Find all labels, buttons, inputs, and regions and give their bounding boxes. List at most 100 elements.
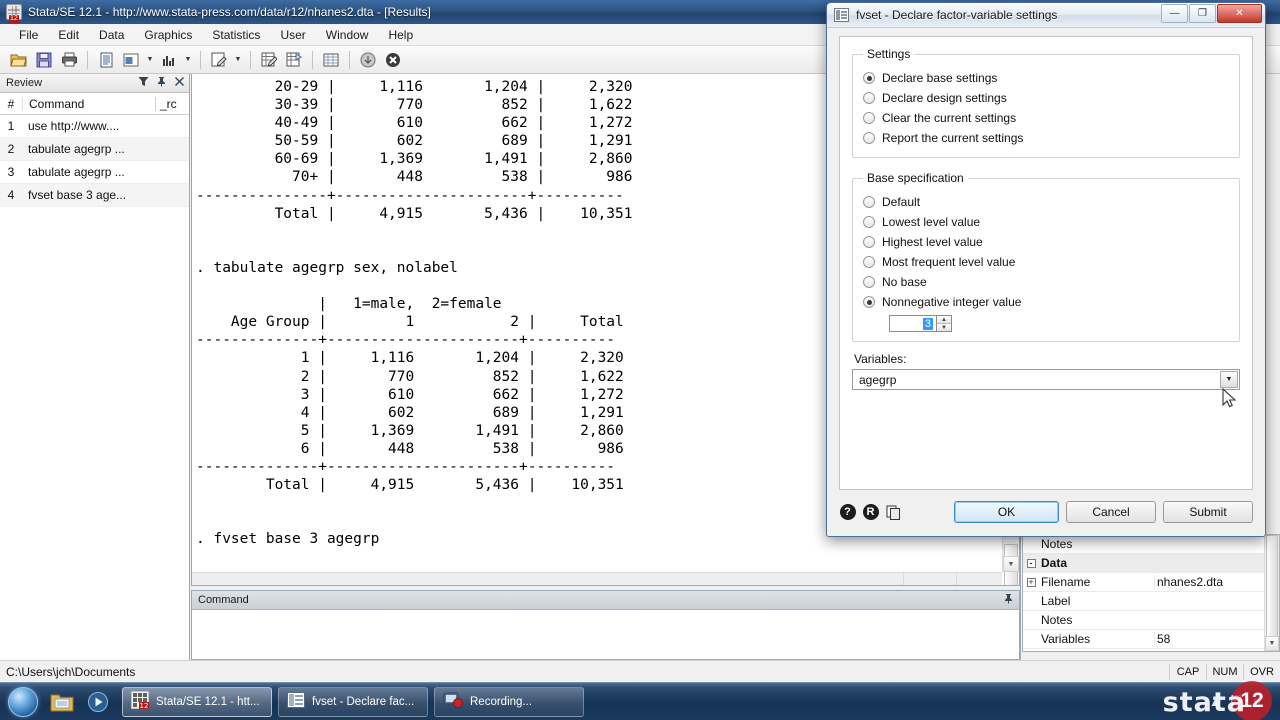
- properties-scrollbar[interactable]: ▼: [1264, 535, 1279, 651]
- ok-button[interactable]: OK: [954, 501, 1059, 523]
- do-editor-dropdown-arrow[interactable]: ▼: [233, 49, 243, 71]
- pin-icon[interactable]: [1003, 593, 1014, 607]
- toolbar-separator-3: [250, 50, 251, 69]
- radio-lowest-level-value[interactable]: Lowest level value: [863, 212, 1229, 232]
- close-button[interactable]: ✕: [1217, 4, 1262, 23]
- show-hidden-icons-icon[interactable]: ▲: [1209, 695, 1221, 709]
- radio-declare-design-settings[interactable]: Declare design settings: [863, 88, 1229, 108]
- hscroll-track-c[interactable]: [957, 573, 1002, 585]
- submit-button[interactable]: Submit: [1163, 501, 1253, 523]
- radio-nonnegative-integer-value[interactable]: Nonnegative integer value: [863, 292, 1229, 312]
- explorer-icon[interactable]: [44, 685, 80, 719]
- filter-icon[interactable]: [138, 76, 149, 90]
- base-value-input[interactable]: 3: [889, 315, 937, 332]
- radio-no-base[interactable]: No base: [863, 272, 1229, 292]
- print-icon[interactable]: [58, 49, 80, 71]
- graph-dropdown-arrow[interactable]: ▼: [183, 49, 193, 71]
- command-input[interactable]: [192, 610, 1019, 659]
- stata-icon: 12: [130, 690, 150, 712]
- menu-item-graphics[interactable]: Graphics: [135, 25, 201, 45]
- radio-icon[interactable]: [863, 112, 875, 124]
- radio-icon[interactable]: [863, 236, 875, 248]
- volume-icon[interactable]: [1252, 694, 1265, 710]
- radio-icon[interactable]: [863, 196, 875, 208]
- menu-item-file[interactable]: File: [10, 25, 47, 45]
- property-row[interactable]: Label: [1023, 592, 1279, 611]
- radio-highest-level-value[interactable]: Highest level value: [863, 232, 1229, 252]
- menu-item-edit[interactable]: Edit: [49, 25, 88, 45]
- taskbar-item-fvset[interactable]: fvset - Declare fac...: [278, 686, 428, 717]
- radio-declare-base-settings[interactable]: Declare base settings: [863, 68, 1229, 88]
- radio-report-current-settings[interactable]: Report the current settings: [863, 128, 1229, 148]
- hscroll-track-b[interactable]: [904, 573, 957, 585]
- viewer-dropdown-arrow[interactable]: ▼: [145, 49, 155, 71]
- reset-icon[interactable]: R: [862, 504, 879, 521]
- toolbar-separator-2: [200, 50, 201, 69]
- radio-most-frequent-level-value[interactable]: Most frequent level value: [863, 252, 1229, 272]
- property-row[interactable]: + Filename nhanes2.dta: [1023, 573, 1279, 592]
- radio-icon[interactable]: [863, 72, 875, 84]
- radio-clear-current-settings[interactable]: Clear the current settings: [863, 108, 1229, 128]
- status-ovr: OVR: [1243, 663, 1280, 680]
- log-icon[interactable]: [95, 49, 117, 71]
- radio-icon[interactable]: [863, 216, 875, 228]
- base-value-stepper[interactable]: 3 ▲ ▼: [889, 315, 1229, 332]
- radio-icon[interactable]: [863, 296, 875, 308]
- open-folder-icon[interactable]: [8, 49, 30, 71]
- menu-item-statistics[interactable]: Statistics: [203, 25, 269, 45]
- radio-icon[interactable]: [863, 92, 875, 104]
- stepper-down-icon[interactable]: ▼: [937, 324, 951, 331]
- review-row[interactable]: 2 tabulate agegrp ...: [0, 138, 189, 161]
- maximize-button[interactable]: ❐: [1189, 4, 1216, 23]
- stepper-up-icon[interactable]: ▲: [937, 316, 951, 324]
- pin-icon[interactable]: [156, 76, 167, 90]
- variables-combobox[interactable]: agegrp ▼: [852, 369, 1240, 390]
- start-button[interactable]: [2, 685, 44, 719]
- expander-icon[interactable]: +: [1023, 577, 1039, 587]
- taskbar-item-stata[interactable]: 12 Stata/SE 12.1 - htt...: [122, 686, 272, 717]
- close-icon[interactable]: [174, 76, 185, 90]
- menu-item-user[interactable]: User: [271, 25, 314, 45]
- copy-icon[interactable]: [885, 504, 902, 521]
- radio-icon[interactable]: [863, 256, 875, 268]
- viewer-icon[interactable]: [120, 49, 142, 71]
- media-player-icon[interactable]: [80, 685, 116, 719]
- review-row[interactable]: 3 tabulate agegrp ...: [0, 161, 189, 184]
- menu-item-window[interactable]: Window: [317, 25, 378, 45]
- minimize-button[interactable]: —: [1161, 4, 1188, 23]
- collapse-icon[interactable]: -: [1023, 558, 1039, 568]
- menu-item-data[interactable]: Data: [90, 25, 133, 45]
- data-browser-icon[interactable]: [283, 49, 305, 71]
- data-editor-icon[interactable]: [258, 49, 280, 71]
- taskbar-item-recording[interactable]: Recording...: [434, 686, 584, 717]
- more-icon[interactable]: [357, 49, 379, 71]
- save-icon[interactable]: [33, 49, 55, 71]
- variables-manager-icon[interactable]: [320, 49, 342, 71]
- radio-icon[interactable]: [863, 132, 875, 144]
- property-section-data[interactable]: - Data: [1023, 554, 1279, 573]
- scroll-down-icon[interactable]: ▼: [1265, 636, 1279, 651]
- chevron-down-icon[interactable]: ▼: [1220, 371, 1238, 388]
- hscroll-track-a[interactable]: [192, 573, 904, 585]
- stepper-buttons[interactable]: ▲ ▼: [937, 315, 952, 332]
- graph-icon[interactable]: [158, 49, 180, 71]
- property-row[interactable]: Notes: [1023, 611, 1279, 630]
- scrollbar-thumb[interactable]: [1266, 535, 1278, 647]
- menu-item-help[interactable]: Help: [379, 25, 422, 45]
- working-directory: C:\Users\jch\Documents: [6, 664, 136, 679]
- property-row[interactable]: Notes: [1023, 535, 1279, 554]
- dialog-title: fvset - Declare factor-variable settings: [856, 8, 1058, 22]
- property-row[interactable]: Variables 58: [1023, 630, 1279, 649]
- break-icon[interactable]: [382, 49, 404, 71]
- do-editor-icon[interactable]: [208, 49, 230, 71]
- cancel-button[interactable]: Cancel: [1066, 501, 1156, 523]
- results-horizontal-scrollbar[interactable]: [192, 572, 1002, 585]
- help-icon[interactable]: ?: [839, 504, 856, 521]
- radio-icon[interactable]: [863, 276, 875, 288]
- scroll-down-icon[interactable]: ▼: [1003, 556, 1019, 572]
- network-flag-icon[interactable]: [1230, 694, 1243, 710]
- command-window: Command: [191, 590, 1020, 660]
- review-row[interactable]: 1 use http://www....: [0, 115, 189, 138]
- review-row[interactable]: 4 fvset base 3 age...: [0, 184, 189, 207]
- radio-default[interactable]: Default: [863, 192, 1229, 212]
